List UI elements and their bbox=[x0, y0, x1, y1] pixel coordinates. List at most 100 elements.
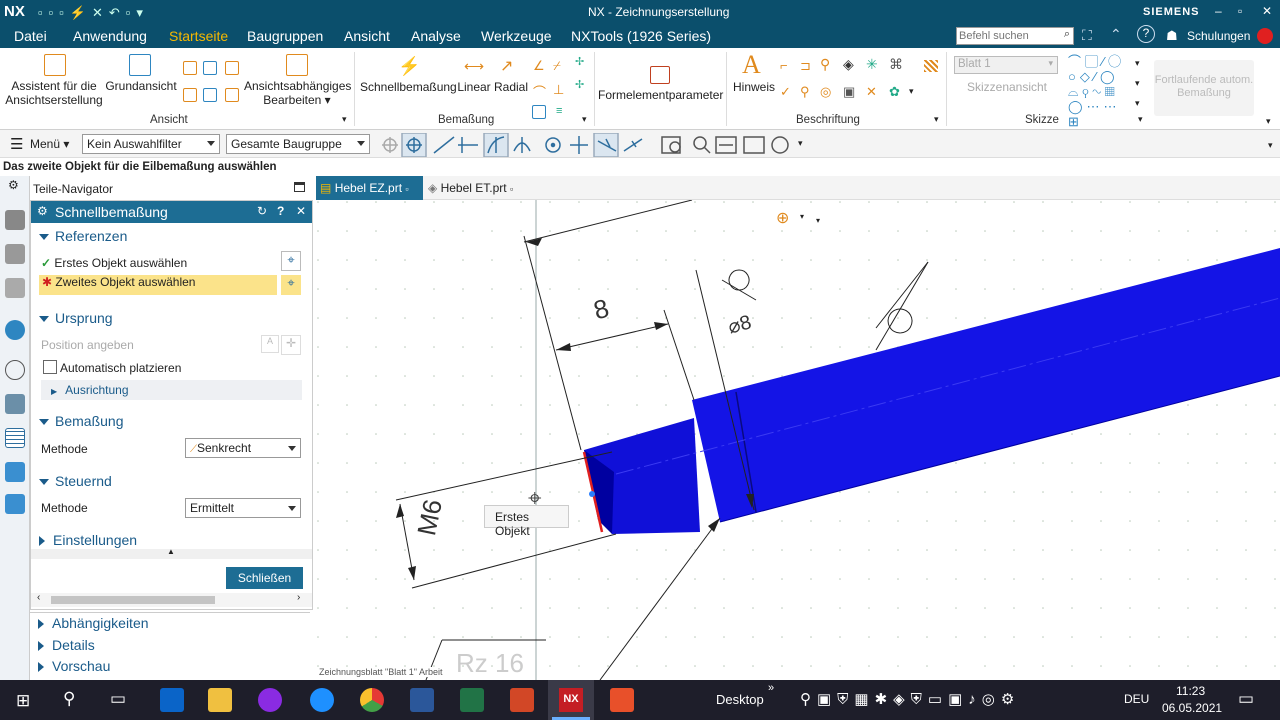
first-object-row[interactable]: ✓ Erstes Objekt auswählen bbox=[41, 256, 187, 270]
sketch-view-button[interactable]: Skizzenansicht bbox=[960, 80, 1054, 94]
reset-icon[interactable]: ↻ bbox=[257, 204, 267, 218]
pdf-icon[interactable] bbox=[258, 688, 282, 712]
datum-icon[interactable]: ⊐ bbox=[800, 58, 811, 74]
web-browser-icon[interactable] bbox=[5, 320, 25, 340]
first-object-select-icon[interactable]: ⌖ bbox=[281, 251, 301, 271]
history-icon[interactable] bbox=[5, 360, 25, 380]
ribbon-expand-icon[interactable]: ▾ bbox=[1266, 116, 1271, 127]
section-ursprung[interactable]: Ursprung bbox=[39, 310, 113, 326]
cont-dim-button[interactable]: Fortlaufende autom. Bemaßung bbox=[1154, 60, 1254, 116]
menu-startseite[interactable]: Startseite bbox=[169, 28, 228, 44]
maximize-icon[interactable] bbox=[294, 182, 305, 192]
second-object-row[interactable]: ✱ Zweites Objekt auswählen bbox=[39, 275, 277, 295]
search-icon[interactable]: ⌕ bbox=[1064, 28, 1070, 41]
dimension-method-select[interactable]: ⟋Senkrecht bbox=[185, 438, 301, 458]
break-view-icon[interactable] bbox=[183, 88, 197, 102]
word-icon[interactable] bbox=[410, 688, 434, 712]
clock-time[interactable]: 11:23 bbox=[1176, 684, 1205, 698]
detail-view-icon[interactable] bbox=[225, 61, 239, 75]
menu-anwendung[interactable]: Anwendung bbox=[73, 28, 147, 44]
menu-baugruppen[interactable]: Baugruppen bbox=[247, 28, 323, 44]
task-view-icon[interactable]: ▭ bbox=[110, 689, 126, 709]
user-name[interactable]: Schulungen bbox=[1187, 29, 1250, 43]
part-navigator-icon[interactable] bbox=[5, 210, 25, 230]
open-folder-icon[interactable] bbox=[5, 494, 25, 514]
arc-length-icon[interactable]: ⌒ bbox=[533, 82, 546, 101]
second-object-select-icon[interactable]: ⌖ bbox=[281, 275, 301, 295]
close-icon[interactable]: ✕ bbox=[296, 204, 306, 218]
chamfer-dim-icon[interactable]: ⌿ bbox=[553, 58, 561, 74]
clock-date[interactable]: 06.05.2021 bbox=[1162, 701, 1222, 715]
desktop-label[interactable]: Desktop bbox=[716, 692, 764, 707]
auto-place-checkbox[interactable] bbox=[43, 360, 57, 374]
section-steuernd[interactable]: Steuernd bbox=[39, 473, 112, 489]
radial-dim-button[interactable]: Radial bbox=[493, 80, 529, 94]
scroll-right-icon[interactable]: › bbox=[297, 592, 300, 603]
group-bemassung-expand-icon[interactable]: ▾ bbox=[582, 114, 587, 125]
process-studio-icon[interactable] bbox=[5, 394, 25, 414]
assembly-navigator-icon[interactable] bbox=[5, 244, 25, 264]
text-position-icon[interactable]: A bbox=[261, 335, 279, 353]
ordinate-dim-icon[interactable]: ⊥ bbox=[553, 82, 564, 98]
driving-method-select[interactable]: Ermittelt bbox=[185, 498, 301, 518]
tab-pin-icon[interactable]: ▫ bbox=[510, 184, 513, 194]
explorer-icon[interactable] bbox=[208, 688, 232, 712]
help-icon[interactable]: ? bbox=[277, 204, 284, 218]
quick-access-icons[interactable]: ▫▫▫⚡✕↶▫▾ bbox=[38, 5, 149, 21]
crosshatch-icon[interactable]: ✕ bbox=[866, 84, 877, 100]
base-view-button[interactable]: Grundansicht bbox=[104, 79, 178, 93]
chevron-down-icon[interactable]: ▾ bbox=[800, 212, 804, 221]
nx-taskbar-active[interactable]: NX bbox=[548, 680, 594, 720]
balloon-icon[interactable]: ⚲ bbox=[820, 56, 830, 73]
view-dep-edit-button[interactable]: Ansichtsabhängiges Bearbeiten ▾ bbox=[244, 79, 351, 107]
constraint-navigator-icon[interactable] bbox=[5, 278, 25, 298]
broken-out-icon[interactable] bbox=[203, 88, 217, 102]
hamburger-icon[interactable]: ☰ bbox=[10, 135, 23, 153]
help-icon[interactable]: ? bbox=[1137, 25, 1155, 43]
ribbon-collapse-icon[interactable]: ⌃ bbox=[1110, 26, 1122, 43]
edge-icon[interactable] bbox=[310, 688, 334, 712]
excel-icon[interactable] bbox=[460, 688, 484, 712]
toolbar-expand-icon[interactable]: ▾ bbox=[1268, 140, 1273, 151]
target-icon[interactable]: ◎ bbox=[820, 84, 831, 100]
restore-icon[interactable]: ▫ bbox=[1238, 4, 1242, 18]
fcf-icon[interactable]: ⌐ bbox=[780, 58, 788, 73]
quick-dim-button[interactable]: Schnellbemaßung bbox=[360, 80, 457, 94]
chevron-down-icon[interactable]: ▾ bbox=[816, 216, 820, 225]
tab-hebel-ez[interactable]: ▤ Hebel EZ.prt ▫ bbox=[316, 176, 423, 200]
drawing-graphics[interactable] bbox=[316, 200, 1280, 680]
command-search-input[interactable] bbox=[959, 29, 1059, 43]
section-preview[interactable]: Vorschau bbox=[38, 658, 110, 674]
image-icon[interactable]: ▣ bbox=[843, 84, 855, 100]
sketch-more-icon[interactable]: ▾ bbox=[1135, 58, 1140, 69]
paint-icon[interactable]: ◈ bbox=[843, 56, 854, 73]
tab-hebel-et[interactable]: ◈ Hebel ET.prt ▫ bbox=[426, 176, 526, 200]
menu-analyse[interactable]: Analyse bbox=[411, 28, 461, 44]
section-bemassung[interactable]: Bemaßung bbox=[39, 413, 123, 429]
feature-dim-icon[interactable]: ✢ bbox=[575, 78, 584, 91]
section-view-icon[interactable] bbox=[203, 61, 217, 75]
group-ansicht-expand-icon[interactable]: ▾ bbox=[342, 114, 347, 125]
assembly-scope-select[interactable]: Gesamte Baugruppe bbox=[226, 134, 370, 154]
search-icon[interactable]: ⚲ bbox=[63, 689, 75, 709]
feature-param-button[interactable]: Formelementparameter bbox=[598, 88, 723, 102]
settings-icon[interactable]: ⚙ bbox=[8, 178, 19, 192]
language-indicator[interactable]: DEU bbox=[1124, 692, 1149, 706]
update-view-icon[interactable] bbox=[225, 88, 239, 102]
powerpoint-icon[interactable] bbox=[510, 688, 534, 712]
windows-start-icon[interactable]: ⊞ bbox=[16, 691, 30, 711]
centerline-icon[interactable]: ✳ bbox=[866, 56, 878, 73]
view-wizard-button[interactable]: Assistent für die Ansichtserstellung bbox=[4, 79, 104, 107]
section-dependencies[interactable]: Abhängigkeiten bbox=[38, 615, 149, 631]
symbol-icon[interactable]: ✿ bbox=[889, 84, 900, 100]
view-orient-icon[interactable]: ⊕ bbox=[776, 208, 789, 228]
selection-filter-select[interactable]: Kein Auswahlfilter bbox=[82, 134, 220, 154]
menu-nxtools[interactable]: NXTools (1926 Series) bbox=[571, 28, 711, 44]
tray-icons[interactable]: ⚲▣⛨▦✱◈⛨▭▣♪◎⚙ bbox=[800, 690, 1020, 708]
section-details[interactable]: Details bbox=[38, 637, 95, 653]
recorder-icon[interactable] bbox=[610, 688, 634, 712]
origin-tool-icon[interactable]: ✛ bbox=[281, 335, 301, 355]
menu-button[interactable]: Menü ▾ bbox=[30, 137, 69, 151]
angular-dim-icon[interactable]: ∠ bbox=[533, 58, 545, 74]
menu-werkzeuge[interactable]: Werkzeuge bbox=[481, 28, 552, 44]
